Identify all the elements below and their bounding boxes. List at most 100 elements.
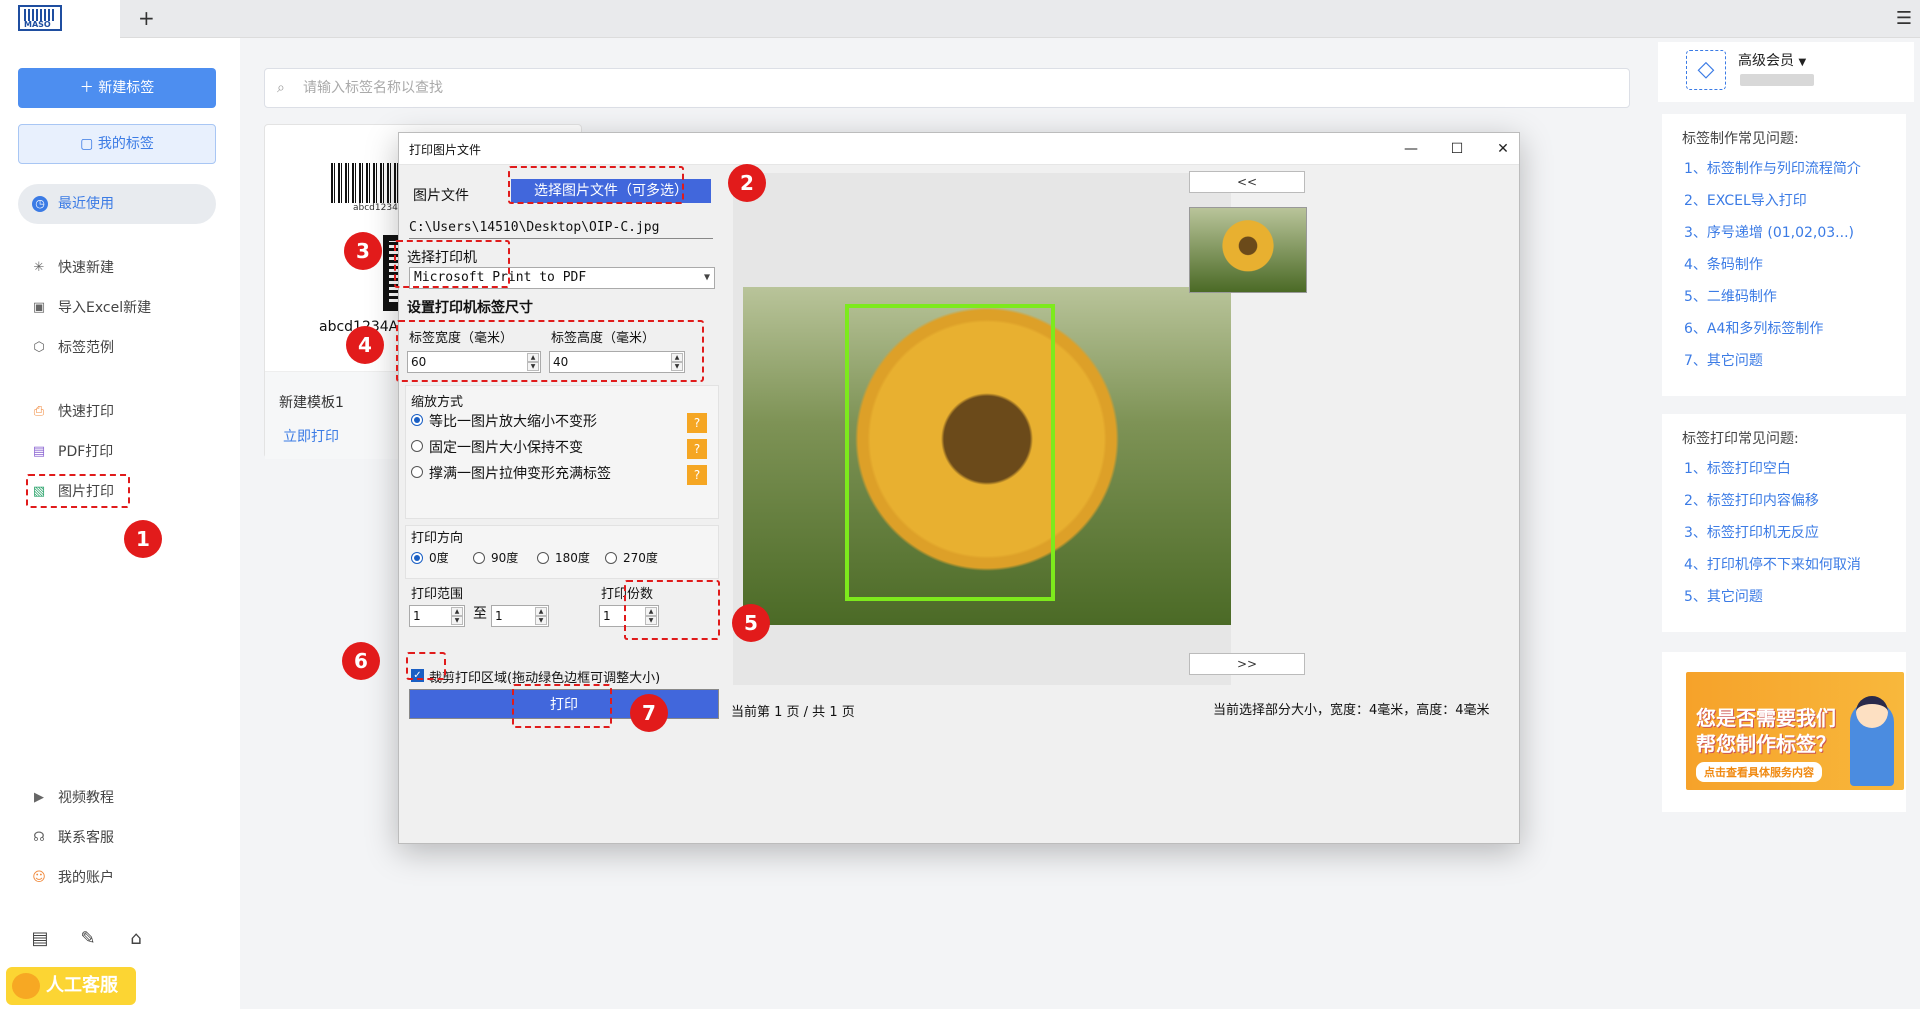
print-now-link[interactable]: 立即打印 xyxy=(283,426,339,446)
crop-frame[interactable] xyxy=(845,304,1055,601)
next-page-button[interactable]: >> xyxy=(1189,653,1305,675)
top-bar: MASO + ☰ xyxy=(0,0,1920,38)
bottom-toolbar: ▤ ✎ ⌂ xyxy=(28,928,172,952)
my-labels-button[interactable]: ▢ 我的标签 xyxy=(18,124,216,164)
step-marker: 3 xyxy=(344,232,382,270)
search-input[interactable]: ⌕ 请输入标签名称以查找 xyxy=(264,68,1630,108)
sidebar-item-label: PDF打印 xyxy=(58,444,114,460)
printer-icon: ⎙ xyxy=(33,404,45,419)
stepper-down-icon[interactable]: ▼ xyxy=(535,616,547,625)
direction-text: 0度 xyxy=(429,551,449,565)
customer-service-button[interactable]: 人工客服 xyxy=(6,967,136,1005)
step-marker: 4 xyxy=(346,326,384,364)
sidebar-item-quick-new[interactable]: ✳ 快速新建 xyxy=(30,256,114,280)
step-marker: 5 xyxy=(732,604,770,642)
help-icon[interactable]: ? xyxy=(687,413,707,433)
my-labels-text: 我的标签 xyxy=(97,136,154,152)
edit-icon[interactable]: ✎ xyxy=(76,928,100,952)
sidebar-item-pdf-print[interactable]: ▤ PDF打印 xyxy=(30,440,113,464)
add-tab-button[interactable]: + xyxy=(138,6,155,30)
file-path-field[interactable]: C:\Users\14510\Desktop\OIP-C.jpg xyxy=(409,217,713,239)
range-to-stepper[interactable]: 1 ▲ ▼ xyxy=(491,605,549,627)
sidebar-item-label: 标签范例 xyxy=(58,340,114,356)
faq-link[interactable]: 4、条码制作 xyxy=(1684,254,1763,274)
user-icon: ☺ xyxy=(32,870,46,885)
sidebar-item-import-excel[interactable]: ▣ 导入Excel新建 xyxy=(30,296,151,320)
faq-link[interactable]: 1、标签制作与列印流程简介 xyxy=(1684,158,1861,178)
home-tab[interactable]: MASO xyxy=(0,0,120,38)
chevron-down-icon: ▼ xyxy=(703,272,710,283)
close-icon[interactable]: ✕ xyxy=(1491,137,1515,161)
sidebar-item-label: 快速打印 xyxy=(58,404,114,420)
step-marker: 6 xyxy=(342,642,380,680)
radio-unchecked xyxy=(537,552,549,564)
faq-link[interactable]: 1、标签打印空白 xyxy=(1684,458,1791,478)
print-image-dialog: 打印图片文件 — ☐ ✕ 图片文件 选择图片文件（可多选） C:\Users\1… xyxy=(398,132,1520,844)
document-icon[interactable]: ▤ xyxy=(28,928,52,952)
faq-link[interactable]: 3、序号递增 (01,02,03...) xyxy=(1684,222,1854,242)
sidebar-item-examples[interactable]: ⬡ 标签范例 xyxy=(30,336,114,360)
image-file-label: 图片文件 xyxy=(413,188,469,204)
direction-0[interactable]: 0度 xyxy=(411,549,449,566)
faq-link[interactable]: 2、标签打印内容偏移 xyxy=(1684,490,1819,510)
highlight-printer xyxy=(394,240,510,288)
maximize-icon[interactable]: ☐ xyxy=(1445,137,1469,161)
member-box[interactable]: ◇ 高级会员 ▼ xyxy=(1658,42,1914,102)
stepper-up-icon[interactable]: ▲ xyxy=(535,607,547,616)
step-marker: 2 xyxy=(728,164,766,202)
stepper-up-icon[interactable]: ▲ xyxy=(451,607,463,616)
ad-person-head xyxy=(1856,696,1888,728)
direction-text: 90度 xyxy=(491,551,519,565)
highlight-select-image xyxy=(508,166,684,204)
thumbnail-image[interactable] xyxy=(1189,207,1307,293)
prev-page-button[interactable]: << xyxy=(1189,171,1305,193)
direction-270[interactable]: 270度 xyxy=(605,549,658,566)
range-label: 打印范围 xyxy=(411,587,464,602)
range-from-value: 1 xyxy=(413,609,421,623)
faq-link[interactable]: 7、其它问题 xyxy=(1684,350,1763,370)
new-label-text: 新建标签 xyxy=(98,80,155,96)
service-ad-banner[interactable]: 您是否需要我们 帮您制作标签？ 点击查看具体服务内容 xyxy=(1686,672,1904,790)
faq-title: 标签打印常见问题: xyxy=(1682,431,1799,447)
scale-option-proportional[interactable]: 等比一图片放大缩小不变形 xyxy=(411,411,597,431)
radio-unchecked xyxy=(411,466,423,478)
member-title[interactable]: 高级会员 ▼ xyxy=(1738,50,1806,70)
minimize-icon[interactable]: — xyxy=(1399,137,1423,161)
sidebar-item-video[interactable]: ▶ 视频教程 xyxy=(30,786,114,810)
faq-link[interactable]: 4、打印机停不下来如何取消 xyxy=(1684,554,1861,574)
direction-90[interactable]: 90度 xyxy=(473,549,518,566)
barcode-text: abcd1234A xyxy=(353,203,404,213)
help-icon[interactable]: ? xyxy=(687,465,707,485)
sidebar-item-quick-print[interactable]: ⎙ 快速打印 xyxy=(30,400,114,424)
faq-link[interactable]: 6、A4和多列标签制作 xyxy=(1684,318,1823,338)
search-icon: ⌕ xyxy=(277,80,285,96)
scale-option-stretch[interactable]: 撑满一图片拉伸变形充满标签 xyxy=(411,463,611,483)
faq-link[interactable]: 3、标签打印机无反应 xyxy=(1684,522,1819,542)
page-status: 当前第 1 页 / 共 1 页 xyxy=(731,705,855,720)
sidebar-item-contact[interactable]: ☊ 联系客服 xyxy=(30,826,114,850)
recent-button[interactable]: ◷ 最近使用 xyxy=(18,184,216,224)
direction-180[interactable]: 180度 xyxy=(537,549,590,566)
sidebar-item-label: 我的账户 xyxy=(58,870,114,886)
faq-link[interactable]: 5、其它问题 xyxy=(1684,586,1763,606)
sidebar-item-account[interactable]: ☺ 我的账户 xyxy=(30,866,114,890)
faq-link[interactable]: 5、二维码制作 xyxy=(1684,286,1777,306)
template-name: 新建模板1 xyxy=(279,395,344,411)
sidebar-item-label: 视频教程 xyxy=(58,790,114,806)
help-icon[interactable]: ? xyxy=(687,439,707,459)
scale-option-fixed[interactable]: 固定一图片大小保持不变 xyxy=(411,437,583,457)
menu-icon[interactable]: ☰ xyxy=(1896,8,1912,29)
radio-checked xyxy=(411,552,423,564)
faq-link[interactable]: 2、EXCEL导入打印 xyxy=(1684,190,1807,210)
radio-unchecked xyxy=(473,552,485,564)
faq-title: 标签制作常见问题: xyxy=(1682,131,1799,147)
range-from-stepper[interactable]: 1 ▲ ▼ xyxy=(409,605,465,627)
sidebar: ＋ 新建标签 ▢ 我的标签 ◷ 最近使用 ✳ 快速新建 ▣ 导入Excel新建 ⬡ 标签… xyxy=(0,38,240,1009)
new-label-button[interactable]: ＋ 新建标签 xyxy=(18,68,216,108)
clock-icon: ◷ xyxy=(32,196,48,212)
copies-value: 1 xyxy=(603,609,611,623)
home-icon[interactable]: ⌂ xyxy=(124,928,148,952)
stepper-down-icon[interactable]: ▼ xyxy=(451,616,463,625)
radio-unchecked xyxy=(411,440,423,452)
radio-checked xyxy=(411,414,423,426)
